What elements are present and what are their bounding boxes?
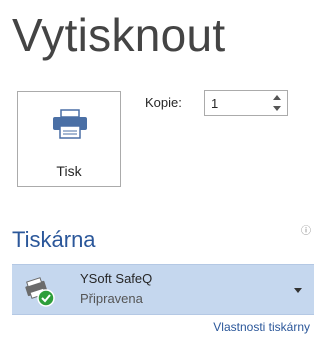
print-button[interactable]: Tisk — [17, 91, 121, 187]
chevron-down-icon[interactable] — [294, 288, 302, 293]
copies-label: Kopie: — [145, 95, 182, 110]
printer-properties-link[interactable]: Vlastnosti tiskárny — [213, 320, 310, 334]
copies-value[interactable]: 1 — [211, 96, 218, 111]
printer-section-title: Tiskárna — [12, 227, 96, 252]
print-button-label: Tisk — [56, 163, 82, 179]
copies-stepper[interactable]: 1 — [204, 90, 288, 116]
printer-name: YSoft SafeQ — [80, 271, 153, 286]
printer-icon — [53, 109, 87, 139]
copies-spinner[interactable] — [271, 92, 285, 114]
decrement-icon[interactable] — [273, 106, 281, 111]
printer-status: Připravena — [80, 291, 143, 306]
printer-ready-icon — [25, 277, 55, 307]
printer-dropdown[interactable]: YSoft SafeQ Připravena — [12, 264, 314, 315]
page-title: Vytisknout — [12, 9, 226, 61]
increment-icon[interactable] — [273, 95, 281, 100]
info-icon[interactable]: ⓘ — [301, 222, 311, 237]
